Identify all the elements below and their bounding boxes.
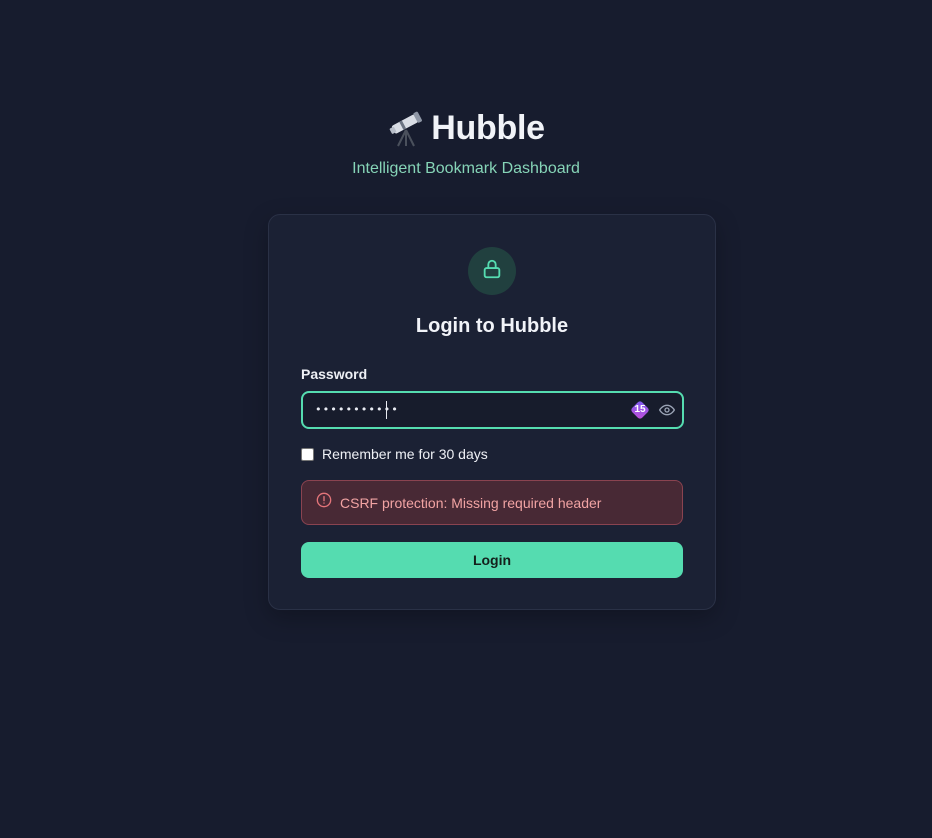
eye-icon[interactable] — [659, 402, 675, 418]
remember-label[interactable]: Remember me for 30 days — [322, 446, 488, 462]
alert-circle-icon — [316, 492, 332, 513]
password-input[interactable]: ••••••••••• — [315, 393, 615, 427]
password-manager-badge[interactable]: 15 — [629, 399, 651, 421]
error-message: CSRF protection: Missing required header — [340, 494, 602, 511]
login-button[interactable]: Login — [301, 542, 683, 578]
login-title: Login to Hubble — [415, 315, 569, 337]
password-field[interactable]: ••••••••••• 15 — [301, 391, 684, 429]
app-title: Hubble — [431, 108, 545, 147]
password-manager-count: 15 — [634, 404, 646, 415]
lock-badge — [468, 247, 516, 295]
text-caret — [386, 401, 387, 419]
login-card: Login to Hubble Password ••••••••••• 15 — [268, 214, 716, 610]
remember-checkbox[interactable] — [301, 447, 314, 461]
app-tagline: Intelligent Bookmark Dashboard — [352, 160, 580, 177]
password-label: Password — [301, 366, 368, 382]
lock-icon — [481, 258, 503, 285]
login-page: Hubble Intelligent Bookmark Dashboard Lo… — [0, 0, 932, 838]
error-alert: CSRF protection: Missing required header — [301, 480, 683, 525]
telescope-icon — [387, 108, 425, 148]
brand-header: Hubble — [0, 108, 932, 148]
remember-me: Remember me for 30 days — [301, 446, 488, 462]
